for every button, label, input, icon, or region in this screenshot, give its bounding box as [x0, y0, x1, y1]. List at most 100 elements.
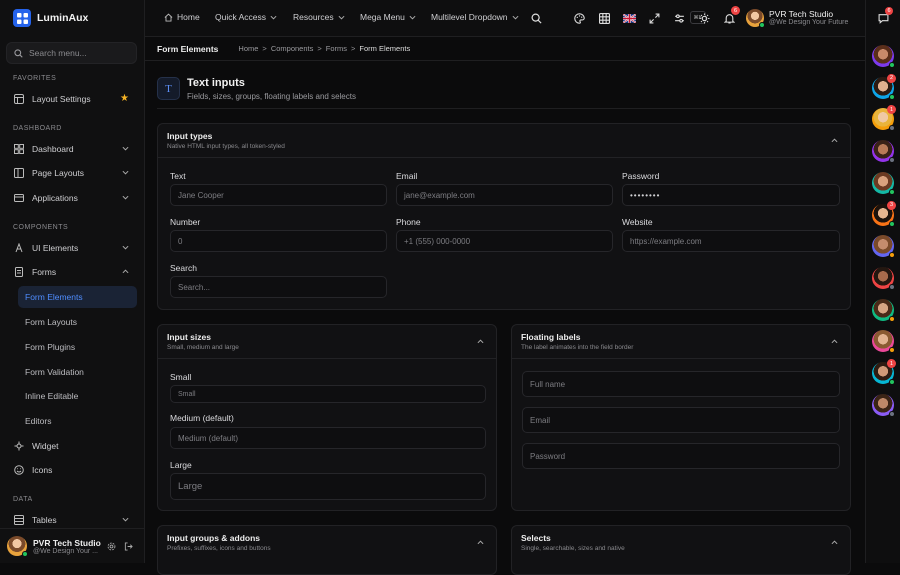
- text-input[interactable]: Jane Cooper: [170, 184, 387, 206]
- contact-avatar[interactable]: 3: [872, 200, 896, 227]
- topnav-mega-menu[interactable]: Mega Menu: [360, 12, 416, 22]
- password-floating-input[interactable]: Password: [522, 443, 840, 469]
- sidebar-item-forms[interactable]: Forms: [6, 261, 137, 283]
- card-header[interactable]: Input types Native HTML input types, all…: [158, 124, 850, 158]
- status-dot: [889, 93, 895, 100]
- logout-icon[interactable]: [124, 542, 133, 551]
- card-input-sizes: Input sizes Small, medium and large Smal…: [157, 324, 497, 511]
- chevron-up-icon[interactable]: [831, 338, 838, 345]
- sidebar-sub-editors[interactable]: Editors: [18, 410, 137, 432]
- phone-input[interactable]: +1 (555) 000-0000: [396, 230, 613, 252]
- contact-avatar[interactable]: [872, 171, 895, 195]
- email-label: Email: [396, 171, 418, 181]
- card-subtitle: The label animates into the field border: [521, 344, 634, 351]
- sidebar-sub-inline-editable[interactable]: Inline Editable: [18, 385, 137, 407]
- email-floating-input[interactable]: Email: [522, 407, 840, 433]
- full-name-floating-input[interactable]: Full name: [522, 371, 840, 397]
- apps-grid-icon[interactable]: [597, 11, 611, 25]
- breadcrumb-current: Form Elements: [359, 44, 411, 53]
- contact-avatar[interactable]: [872, 45, 895, 68]
- text-label: Text: [170, 171, 186, 181]
- card-title: Floating labels: [521, 332, 581, 342]
- chevron-up-icon[interactable]: [477, 539, 484, 546]
- card-subtitle: Prefixes, suffixes, icons and buttons: [167, 545, 271, 552]
- number-input[interactable]: 0: [170, 230, 387, 252]
- contact-avatar[interactable]: 2: [872, 73, 896, 100]
- topnav-label: Mega Menu: [360, 12, 405, 22]
- sidebar-item-page-layouts[interactable]: Page Layouts: [6, 162, 137, 184]
- topnav-quick-access[interactable]: Quick Access: [215, 12, 277, 22]
- website-label: Website: [622, 217, 653, 227]
- contact-avatar[interactable]: 1: [872, 359, 896, 385]
- contact-avatar[interactable]: [872, 266, 895, 290]
- sidebar-item-icons[interactable]: Icons: [6, 459, 137, 481]
- contact-avatar[interactable]: [872, 393, 895, 417]
- contact-avatar[interactable]: [872, 298, 895, 322]
- breadcrumb-home[interactable]: Home: [238, 44, 258, 53]
- topbar-user[interactable]: PVR Tech Studio @We Design Your Future: [769, 9, 848, 26]
- brand[interactable]: LuminAux: [13, 9, 88, 27]
- card-header[interactable]: Floating labels The label animates into …: [512, 325, 850, 359]
- topnav-home[interactable]: Home: [164, 12, 200, 22]
- chevron-up-icon[interactable]: [831, 137, 838, 144]
- card-header[interactable]: Input sizes Small, medium and large: [158, 325, 496, 359]
- topnav-multilevel-dropdown[interactable]: Multilevel Dropdown: [431, 12, 519, 22]
- large-input[interactable]: Large: [170, 473, 486, 500]
- sidebar-sub-form-layouts[interactable]: Form Layouts: [18, 311, 137, 333]
- user-tagline: @We Design Your Future: [769, 19, 849, 26]
- sidebar-item-layout-settings[interactable]: Layout Settings ★: [6, 88, 137, 110]
- contact-avatar[interactable]: [872, 235, 895, 259]
- unread-badge: 1: [887, 359, 896, 368]
- fullscreen-icon[interactable]: [647, 11, 661, 25]
- medium-input[interactable]: Medium (default): [170, 427, 486, 449]
- notification-badge: 6: [731, 6, 740, 15]
- palette-icon[interactable]: [572, 11, 586, 25]
- sliders-icon[interactable]: [672, 11, 686, 25]
- chevron-down-icon: [122, 195, 129, 200]
- email-input[interactable]: jane@example.com: [396, 184, 613, 206]
- password-input[interactable]: ••••••••: [622, 184, 840, 206]
- search-menu-input[interactable]: Search menu...: [6, 42, 137, 64]
- card-subtitle: Native HTML input types, all token-style…: [167, 143, 285, 150]
- card-subtitle: Single, searchable, sizes and native: [521, 545, 625, 552]
- sidebar-item-dashboard[interactable]: Dashboard: [6, 138, 137, 160]
- sun-icon[interactable]: [697, 11, 711, 25]
- search-icon: [14, 48, 23, 58]
- search-input[interactable]: Search...: [170, 276, 387, 298]
- large-label: Large: [170, 460, 192, 470]
- star-icon[interactable]: ★: [120, 93, 129, 104]
- sidebar-item-label: Layout Settings: [32, 94, 91, 104]
- contact-avatar[interactable]: [872, 330, 895, 354]
- chevron-up-icon[interactable]: [477, 338, 484, 345]
- sidebar-item-applications[interactable]: Applications: [6, 187, 137, 209]
- website-input[interactable]: https://example.com: [622, 230, 840, 252]
- page-title: Text inputs: [187, 77, 245, 89]
- widget-icon: [14, 441, 24, 451]
- topnav-resources[interactable]: Resources: [293, 12, 345, 22]
- card-header[interactable]: Selects Single, searchable, sizes and na…: [512, 526, 850, 560]
- section-data: DATA: [13, 496, 33, 503]
- status-dot: [889, 157, 895, 164]
- search-icon[interactable]: [529, 11, 543, 25]
- sidebar-sub-form-plugins[interactable]: Form Plugins: [18, 336, 137, 358]
- breadcrumb-forms[interactable]: Forms: [326, 44, 347, 53]
- chevron-up-icon[interactable]: [831, 539, 838, 546]
- sidebar-sub-form-validation[interactable]: Form Validation: [18, 361, 137, 383]
- sidebar: LuminAux Search menu... FAVORITES Layout…: [0, 0, 145, 563]
- contact-avatar[interactable]: [872, 140, 895, 164]
- sidebar-item-label: Forms: [32, 267, 57, 277]
- sidebar-item-widget[interactable]: Widget: [6, 435, 137, 457]
- sidebar-user[interactable]: PVR Tech Studio @We Design Your ...: [0, 528, 145, 563]
- breadcrumb-components[interactable]: Components: [271, 44, 314, 53]
- sidebar-item-label: Page Layouts: [32, 168, 84, 178]
- contact-avatar[interactable]: 1: [872, 105, 896, 132]
- small-input[interactable]: Small: [170, 385, 486, 403]
- sidebar-sub-form-elements[interactable]: Form Elements: [18, 286, 137, 308]
- sidebar-item-ui-elements[interactable]: UI Elements: [6, 237, 137, 259]
- gear-icon[interactable]: [107, 542, 116, 551]
- breadcrumb: Form Elements Home > Components > Forms …: [145, 37, 865, 61]
- card-header[interactable]: Input groups & addons Prefixes, suffixes…: [158, 526, 496, 560]
- avatar[interactable]: [746, 9, 765, 28]
- uk-flag-icon[interactable]: [622, 11, 636, 25]
- sidebar-item-label: UI Elements: [32, 243, 79, 253]
